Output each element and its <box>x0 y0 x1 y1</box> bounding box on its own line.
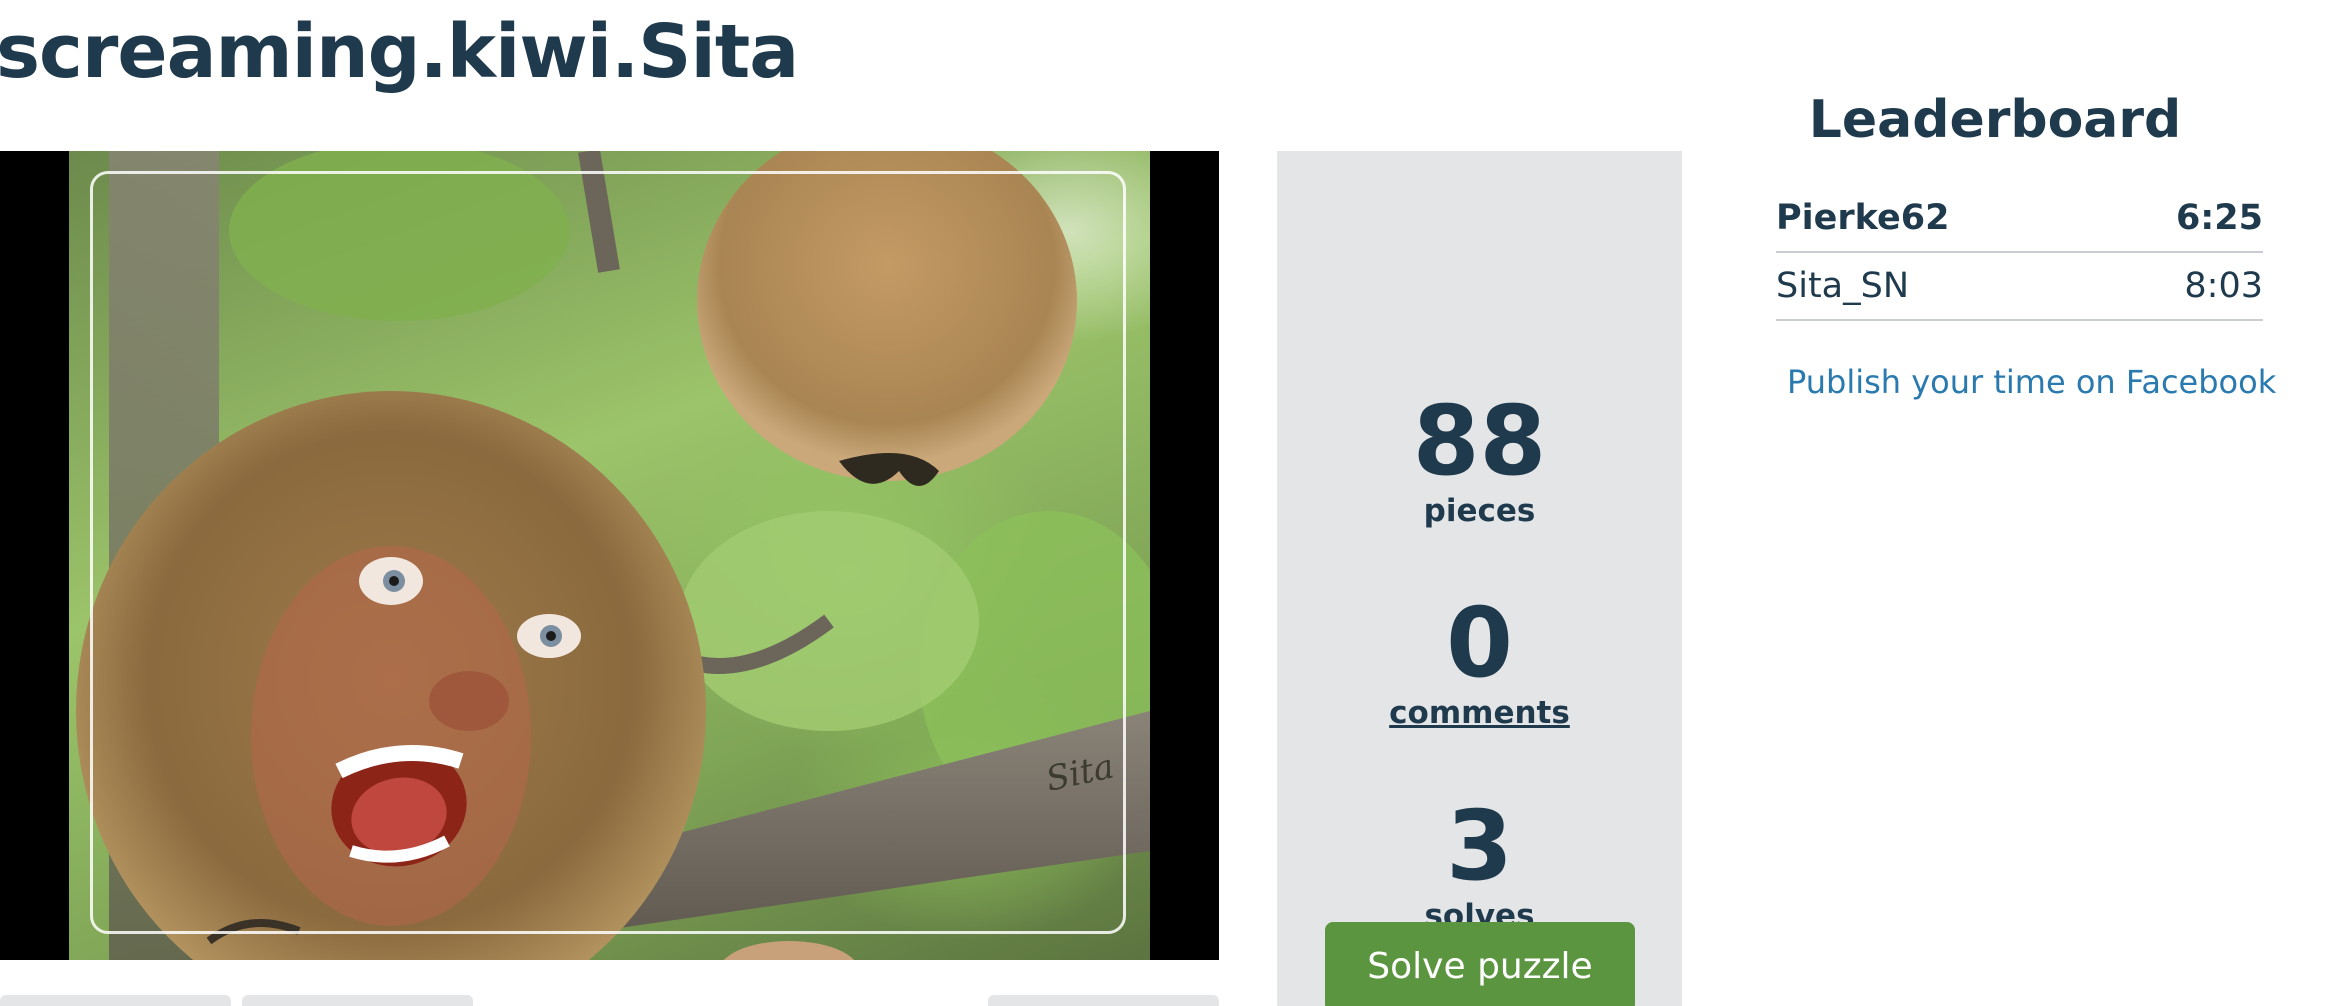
puzzle-page: screaming.kiwi.Sita Sita 88 pieces 0 com… <box>0 0 2336 1006</box>
solve-puzzle-button[interactable]: Solve puzzle <box>1325 922 1635 1006</box>
stat-comments: 0 comments <box>1277 593 1682 733</box>
tab-stub-2[interactable] <box>242 995 473 1006</box>
leaderboard-row: Sita_SN 8:03 <box>1776 253 2263 321</box>
comments-link[interactable]: comments <box>1277 693 1682 733</box>
stat-pieces: 88 pieces <box>1277 391 1682 531</box>
puzzle-image[interactable]: Sita <box>69 151 1150 960</box>
leaderboard-row: Pierke62 6:25 <box>1776 185 2263 253</box>
leaderboard-time: 6:25 <box>2175 198 2263 238</box>
leaderboard-title: Leaderboard <box>1808 90 2182 150</box>
leaderboard-player: Sita_SN <box>1776 266 1910 306</box>
tab-stub-3[interactable] <box>988 995 1219 1006</box>
stats-panel: 88 pieces 0 comments 3 solves <box>1277 151 1682 1006</box>
tab-stub-1[interactable] <box>0 995 231 1006</box>
pieces-label: pieces <box>1423 493 1536 529</box>
leaderboard-player: Pierke62 <box>1776 198 1950 238</box>
puzzle-image-frame[interactable]: Sita <box>0 151 1219 960</box>
puzzle-title: screaming.kiwi.Sita <box>0 9 799 95</box>
leaderboard-table: Pierke62 6:25 Sita_SN 8:03 <box>1776 185 2263 321</box>
kiwi-illustration: Sita <box>76 151 1150 960</box>
publish-facebook-link[interactable]: Publish your time on Facebook <box>1787 360 2276 404</box>
pieces-count: 88 <box>1412 385 1547 497</box>
leaderboard-time: 8:03 <box>2184 266 2263 306</box>
solves-count: 3 <box>1446 790 1513 902</box>
stat-solves: 3 solves <box>1277 796 1682 936</box>
comments-count: 0 <box>1446 587 1513 699</box>
